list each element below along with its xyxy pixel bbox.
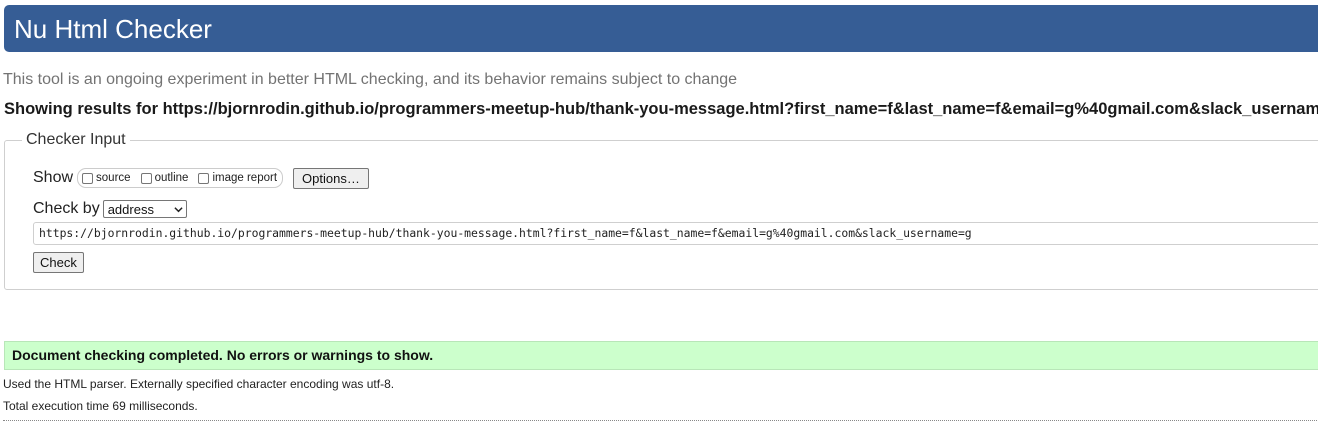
source-checkbox[interactable] — [82, 172, 94, 184]
chevron-down-icon — [174, 206, 183, 212]
checker-input-legend: Checker Input — [22, 130, 130, 150]
checker-input-fieldset — [4, 140, 1318, 290]
show-outline-option[interactable]: outline — [140, 172, 189, 184]
parser-info: Used the HTML parser. Externally specifi… — [3, 377, 395, 391]
source-checkbox-label: source — [96, 172, 131, 184]
page-header: Nu Html Checker — [4, 5, 1318, 52]
show-options-row: Show source outline image report Options… — [33, 167, 369, 189]
show-source-option[interactable]: source — [82, 172, 131, 184]
image-report-checkbox[interactable] — [198, 172, 210, 184]
success-message: Document checking completed. No errors o… — [4, 341, 1318, 370]
page-title: Nu Html Checker — [14, 14, 212, 44]
dotted-divider — [3, 420, 1318, 421]
image-report-checkbox-label: image report — [212, 172, 278, 184]
check-by-selected-value: address — [107, 201, 154, 217]
outline-checkbox-label: outline — [154, 172, 189, 184]
outline-checkbox[interactable] — [140, 172, 152, 184]
check-by-label: Check by — [33, 200, 100, 217]
execution-time: Total execution time 69 milliseconds. — [3, 399, 198, 413]
check-by-row: Check by address — [33, 200, 187, 218]
results-heading: Showing results for https://bjornrodin.g… — [4, 100, 1318, 118]
check-button[interactable]: Check — [33, 252, 84, 273]
tagline: This tool is an ongoing experiment in be… — [3, 71, 738, 88]
show-label: Show — [33, 169, 74, 186]
check-by-select[interactable]: address — [102, 200, 187, 218]
show-options-group: source outline image report — [77, 168, 284, 188]
document-url-input[interactable]: https://bjornrodin.github.io/programmers… — [33, 222, 1318, 245]
options-button[interactable]: Options… — [293, 167, 369, 189]
nu-html-checker-page: Nu Html Checker This tool is an ongoing … — [0, 0, 1318, 426]
show-image-report-option[interactable]: image report — [198, 172, 277, 184]
